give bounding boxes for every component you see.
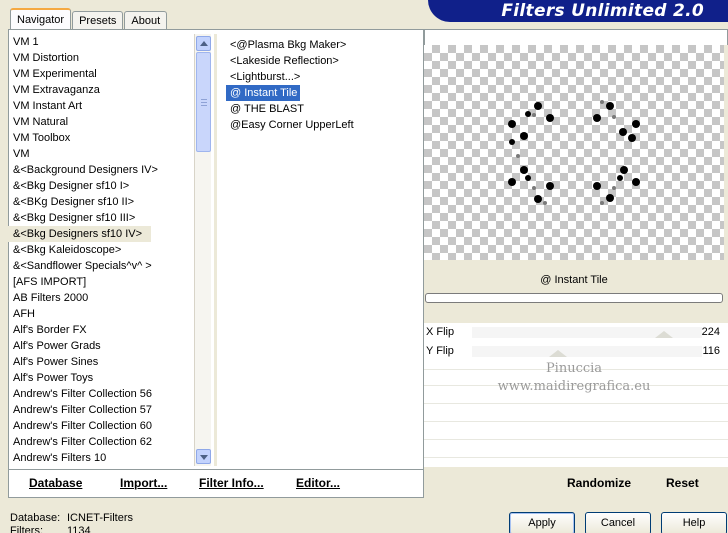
database-button[interactable]: Database (29, 476, 82, 490)
preview-filter-name: @ Instant Tile (424, 268, 724, 292)
category-item[interactable]: Andrew's Filters 10 (8, 450, 194, 466)
scroll-thumb[interactable] (196, 52, 211, 152)
slider-value: 116 (702, 345, 720, 357)
category-item[interactable]: &<Sandflower Specials^v^ > (8, 258, 194, 274)
category-item[interactable]: Andrew's Filter Collection 56 (8, 386, 194, 402)
tab-navigator[interactable]: Navigator (10, 8, 72, 30)
category-item[interactable]: VM 1 (8, 34, 194, 50)
tab-bar: Navigator Presets About (10, 8, 168, 30)
category-scrollbar[interactable] (194, 34, 211, 466)
help-button[interactable]: Help (661, 512, 727, 533)
slider-track[interactable] (472, 327, 702, 338)
category-item[interactable]: Alf's Border FX (8, 322, 194, 338)
category-item[interactable]: VM Instant Art (8, 98, 194, 114)
progress-bar (425, 293, 723, 303)
slider-knob[interactable] (549, 350, 567, 357)
category-item[interactable]: AFH (8, 306, 194, 322)
slider-label: Y Flip (426, 345, 454, 357)
category-item[interactable]: &<Bkg Designers sf10 IV> (8, 226, 151, 242)
watermark-url: www.maidiregrafica.eu (497, 379, 651, 394)
panel-divider[interactable] (214, 34, 217, 466)
cancel-button[interactable]: Cancel (585, 512, 651, 533)
watermark: Pinuccia www.maidiregrafica.eu (424, 360, 724, 396)
category-item[interactable]: VM Extravaganza (8, 82, 194, 98)
filter-item[interactable]: @ Instant Tile (226, 85, 300, 101)
category-item[interactable]: AB Filters 2000 (8, 290, 194, 306)
import-button[interactable]: Import... (120, 476, 167, 490)
filters-label: Filters: (10, 525, 43, 533)
database-label: Database: (10, 512, 61, 524)
category-item[interactable]: &<Bkg Designer sf10 I> (8, 178, 194, 194)
scroll-up-button[interactable] (196, 36, 211, 51)
category-item[interactable]: VM Experimental (8, 66, 194, 82)
filter-item[interactable]: @ THE BLAST (226, 101, 416, 117)
category-item[interactable]: Andrew's Filter Collection 57 (8, 402, 194, 418)
arrow-up-icon (200, 41, 208, 46)
editor-button[interactable]: Editor... (296, 476, 340, 490)
category-list[interactable]: VM 1 VM Distortion VM Experimental VM Extra… (8, 34, 194, 466)
randomize-button[interactable]: Randomize (567, 476, 631, 490)
category-item[interactable]: VM (8, 146, 194, 162)
filters-value: 1134 (67, 525, 91, 533)
arrow-down-icon (200, 455, 208, 460)
slider-value: 224 (701, 326, 720, 338)
tab-about[interactable]: About (124, 11, 168, 30)
category-item[interactable]: Andrew's Filter Collection 62 (8, 434, 194, 450)
database-status: Database: ICNET-Filters (10, 512, 133, 524)
empty-slider-row (424, 421, 728, 422)
filter-item[interactable]: @Easy Corner UpperLeft (226, 117, 416, 133)
empty-slider-row (424, 403, 728, 404)
watermark-name: Pinuccia (545, 361, 603, 376)
filter-info-button[interactable]: Filter Info... (199, 476, 264, 490)
scroll-down-button[interactable] (196, 449, 211, 464)
category-item[interactable]: &<BKg Designer sf10 II> (8, 194, 194, 210)
filter-list[interactable]: <@Plasma Bkg Maker> <Lakeside Reflection>… (226, 37, 416, 133)
empty-slider-row (424, 439, 728, 440)
category-item[interactable]: Alf's Power Sines (8, 354, 194, 370)
slider-y-flip[interactable]: Y Flip 116 (424, 343, 728, 361)
category-item[interactable]: &<Bkg Designer sf10 III> (8, 210, 194, 226)
filter-item[interactable]: <Lakeside Reflection> (226, 53, 416, 69)
preview-header (424, 29, 728, 45)
category-item[interactable]: Alf's Power Toys (8, 370, 194, 386)
slider-track[interactable] (472, 346, 702, 357)
category-item[interactable]: [AFS IMPORT] (8, 274, 194, 290)
title-banner: Filters Unlimited 2.0 (428, 0, 728, 22)
preview-pattern (508, 100, 640, 205)
tab-presets[interactable]: Presets (72, 11, 124, 30)
category-item[interactable]: VM Natural (8, 114, 194, 130)
category-item[interactable]: VM Distortion (8, 50, 194, 66)
apply-button[interactable]: Apply (509, 512, 575, 533)
slider-label: X Flip (426, 326, 455, 338)
category-item[interactable]: VM Toolbox (8, 130, 194, 146)
database-value: ICNET-Filters (67, 512, 133, 524)
slider-x-flip[interactable]: X Flip 224 (424, 324, 728, 342)
app-title: Filters Unlimited 2.0 (501, 1, 704, 21)
slider-knob[interactable] (655, 331, 673, 338)
reset-button[interactable]: Reset (666, 476, 699, 490)
grip-icon (201, 99, 207, 106)
category-item[interactable]: Andrew's Filter Collection 60 (8, 418, 194, 434)
empty-slider-row (424, 457, 728, 458)
category-item[interactable]: &<Bkg Kaleidoscope> (8, 242, 194, 258)
filters-status: Filters: 1134 (10, 525, 91, 533)
preview-canvas (424, 45, 724, 260)
filter-item[interactable]: <Lightburst...> (226, 69, 416, 85)
category-item[interactable]: Alf's Power Grads (8, 338, 194, 354)
filter-item[interactable]: <@Plasma Bkg Maker> (226, 37, 416, 53)
category-item[interactable]: &<Background Designers IV> (8, 162, 194, 178)
